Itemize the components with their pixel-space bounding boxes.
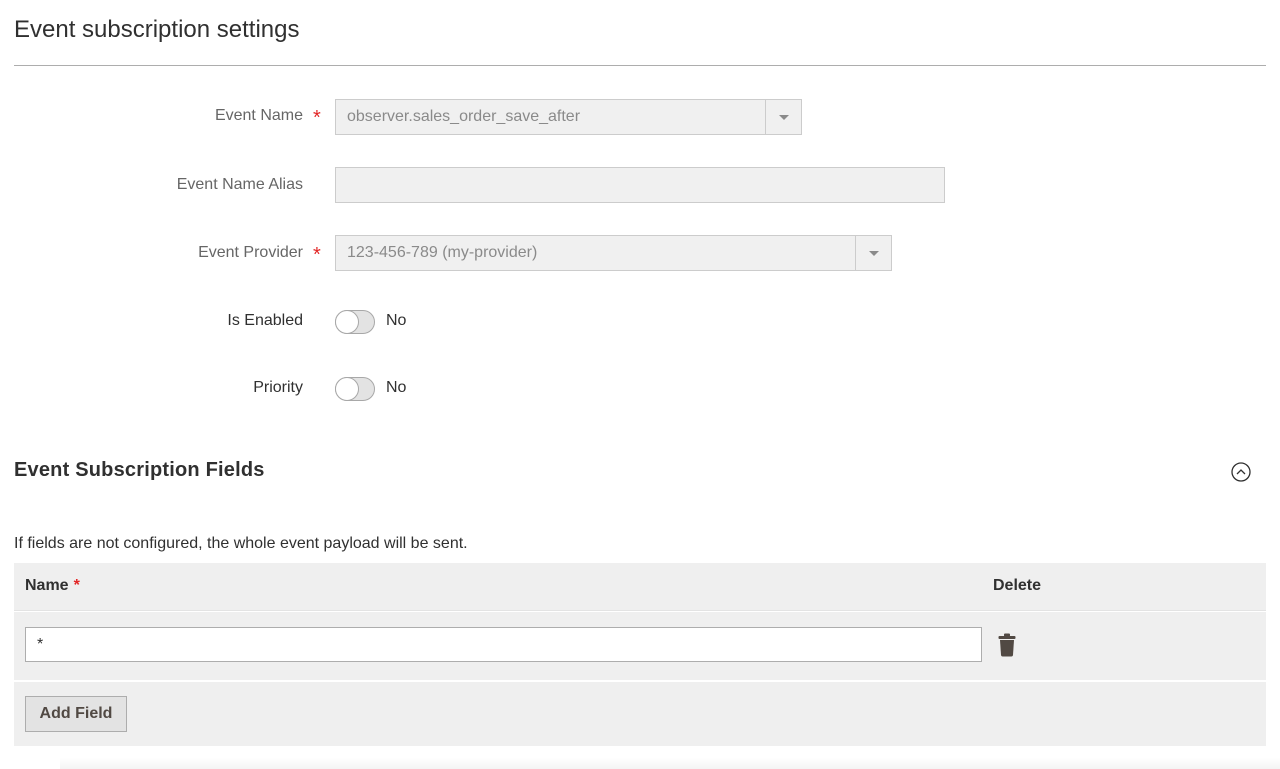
column-header-name: Name *	[25, 577, 80, 595]
footer-divider	[60, 758, 1280, 769]
name-required-mark: *	[73, 577, 80, 594]
priority-toggle[interactable]	[335, 377, 375, 401]
page-title: Event subscription settings	[14, 16, 300, 43]
fields-grid-footer: Add Field	[14, 682, 1266, 746]
is-enabled-state: No	[386, 312, 407, 329]
event-name-alias-input[interactable]	[335, 167, 945, 203]
toggle-knob	[335, 377, 359, 401]
chevron-down-icon	[779, 115, 789, 120]
fields-note: If fields are not configured, the whole …	[14, 535, 468, 552]
table-row: *	[14, 612, 1266, 681]
event-subscription-form: Event subscription settings Event Name *…	[0, 0, 1280, 769]
event-provider-label: Event Provider	[198, 244, 303, 261]
is-enabled-label: Is Enabled	[227, 312, 303, 329]
event-provider-select[interactable]: 123-456-789 (my-provider)	[335, 235, 892, 271]
toggle-knob	[335, 310, 359, 334]
priority-label: Priority	[253, 379, 303, 396]
event-name-select-toggle[interactable]	[765, 100, 801, 134]
fields-section-title: Event Subscription Fields	[14, 459, 265, 481]
event-name-required-mark: *	[313, 107, 321, 129]
event-provider-select-toggle[interactable]	[855, 236, 891, 270]
title-divider	[14, 65, 1266, 66]
event-name-value: observer.sales_order_save_after	[347, 108, 581, 125]
event-name-select[interactable]: observer.sales_order_save_after	[335, 99, 802, 135]
field-name-input[interactable]: *	[25, 627, 982, 662]
is-enabled-toggle[interactable]	[335, 310, 375, 334]
column-header-name-text: Name	[25, 577, 69, 594]
chevron-down-icon	[869, 251, 879, 256]
event-name-label: Event Name	[214, 107, 303, 124]
fields-grid-header: Name * Delete	[14, 563, 1266, 611]
event-name-alias-label: Event Name Alias	[176, 176, 303, 193]
priority-state: No	[386, 379, 407, 396]
trash-icon[interactable]	[998, 633, 1016, 657]
add-field-button[interactable]: Add Field	[25, 696, 127, 732]
column-header-delete: Delete	[993, 577, 1042, 594]
event-provider-value: 123-456-789 (my-provider)	[347, 244, 538, 261]
collapse-up-icon[interactable]	[1231, 462, 1251, 482]
event-provider-required-mark: *	[313, 244, 321, 266]
